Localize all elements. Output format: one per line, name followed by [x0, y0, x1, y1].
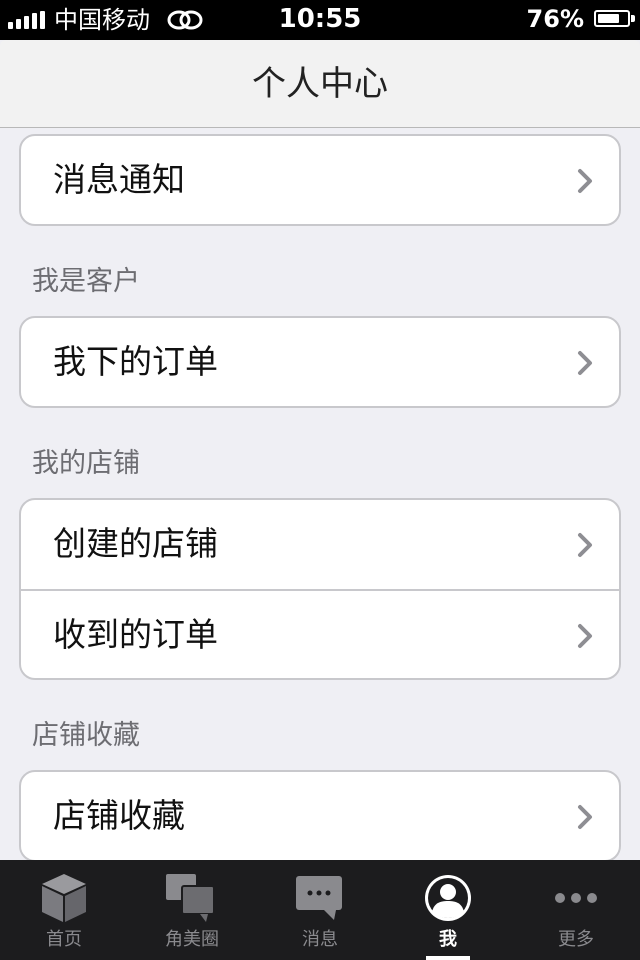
page-title: 个人中心	[252, 64, 388, 104]
cell-received-orders[interactable]: 收到的订单	[21, 589, 619, 678]
section-header-my-shop: 我的店铺	[32, 448, 140, 479]
tab-label: 首页	[46, 929, 82, 950]
navigation-bar: 个人中心	[0, 40, 640, 128]
tab-label: 我	[439, 929, 457, 950]
chevron-right-icon	[578, 533, 592, 557]
cell-label: 消息通知	[53, 160, 185, 199]
chat-bubbles-icon	[166, 874, 215, 922]
screen: 中国移动 10:55 76% 个人中心 消息通知 我是客户 我下的订单 我的店铺…	[0, 0, 640, 960]
active-tab-indicator	[426, 956, 470, 960]
section-header-customer: 我是客户	[32, 266, 140, 297]
cell-label: 我下的订单	[53, 342, 218, 381]
shop-group: 创建的店铺 收到的订单	[19, 498, 621, 680]
chevron-right-icon	[578, 351, 592, 375]
cell-label: 店铺收藏	[53, 796, 185, 835]
settings-list[interactable]: 消息通知 我是客户 我下的订单 我的店铺 创建的店铺 收到的订单 店铺收藏 店铺…	[0, 128, 640, 860]
status-bar: 中国移动 10:55 76%	[0, 0, 640, 40]
tab-circle[interactable]: 角美圈	[128, 860, 256, 960]
message-icon	[296, 876, 342, 920]
cube-icon	[42, 874, 86, 922]
cell-message-notifications[interactable]: 消息通知	[21, 136, 619, 224]
chevron-right-icon	[578, 805, 592, 829]
favorites-group: 店铺收藏	[19, 770, 621, 860]
cell-my-orders[interactable]: 我下的订单	[21, 318, 619, 406]
cell-label: 创建的店铺	[53, 524, 218, 563]
cell-created-shops[interactable]: 创建的店铺	[21, 500, 619, 589]
tab-label: 更多	[558, 929, 594, 950]
tab-label: 角美圈	[165, 929, 219, 950]
tab-messages[interactable]: 消息	[256, 860, 384, 960]
battery-percentage: 76%	[526, 5, 584, 33]
notifications-group: 消息通知	[19, 134, 621, 226]
customer-group: 我下的订单	[19, 316, 621, 408]
chevron-right-icon	[578, 169, 592, 193]
cell-shop-favorites[interactable]: 店铺收藏	[21, 772, 619, 860]
cell-label: 收到的订单	[53, 615, 218, 654]
user-profile-icon	[425, 875, 471, 921]
tab-more[interactable]: 更多	[512, 860, 640, 960]
tab-home[interactable]: 首页	[0, 860, 128, 960]
tab-me[interactable]: 我	[384, 860, 512, 960]
tab-bar: 首页 角美圈 消息 我 更多	[0, 860, 640, 960]
tab-label: 消息	[302, 929, 338, 950]
battery-icon	[594, 10, 630, 27]
chevron-right-icon	[578, 624, 592, 648]
more-dots-icon	[555, 893, 597, 903]
section-header-shop-favorites: 店铺收藏	[32, 720, 140, 751]
